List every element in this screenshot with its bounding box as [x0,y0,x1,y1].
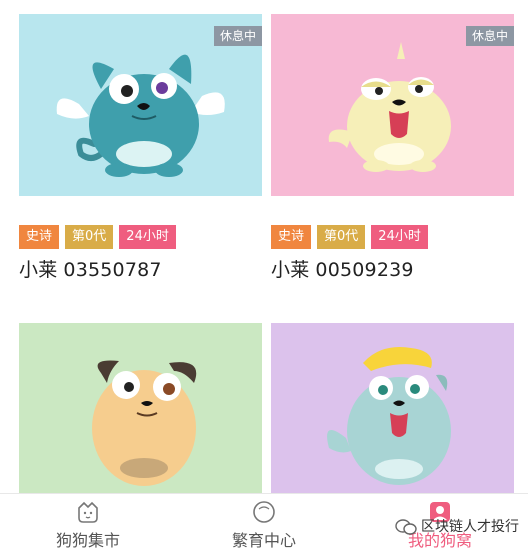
rarity-tag: 史诗 [271,225,312,249]
tab-label: 繁育中心 [231,531,296,550]
cooldown-tag: 24小时 [371,225,428,249]
tag-row: 史诗 第0代 24小时 [271,225,428,249]
dog-name: 小莱 03550787 [19,255,162,282]
status-badge: 休息中 [465,26,514,46]
dog-name-text: 小莱 [19,259,58,281]
status-badge: 休息中 [213,26,262,46]
dog-art-4 [271,323,514,493]
dog-face-icon [78,501,98,523]
wechat-icon [395,519,417,535]
tab-label: 狗狗集市 [55,531,120,550]
dog-card-4[interactable] [271,323,514,493]
dog-card-3[interactable] [19,323,262,493]
rarity-tag: 史诗 [19,225,60,249]
dog-card-2[interactable]: 休息中 史诗 第0代 24小时 小莱 00509239 [271,14,514,281]
dog-card-1[interactable]: 休息中 史诗 第0代 24小时 小莱 03550787 [19,14,262,281]
dog-art-3 [19,323,262,493]
tan-floppy-ear-dog-image [92,360,197,486]
dog-art-2: 休息中 [271,14,514,196]
tab-breeding-center[interactable]: 繁育中心 [176,494,352,551]
dog-name-text: 小莱 [271,259,310,281]
watermark: 区块链人才投行 [395,516,519,536]
dog-art-1: 休息中 [19,14,262,196]
blue-blonde-hair-dog-image [327,347,451,485]
dog-id: 03550787 [63,259,162,281]
watermark-text: 区块链人才投行 [421,519,519,535]
dog-name: 小莱 00509239 [271,255,414,282]
generation-tag: 第0代 [65,225,114,249]
tab-dog-market[interactable]: 狗狗集市 [0,494,176,551]
generation-tag: 第0代 [317,225,366,249]
tag-row: 史诗 第0代 24小时 [19,225,176,249]
circle-icon [253,501,275,523]
cooldown-tag: 24小时 [119,225,176,249]
dog-id: 00509239 [315,259,414,281]
